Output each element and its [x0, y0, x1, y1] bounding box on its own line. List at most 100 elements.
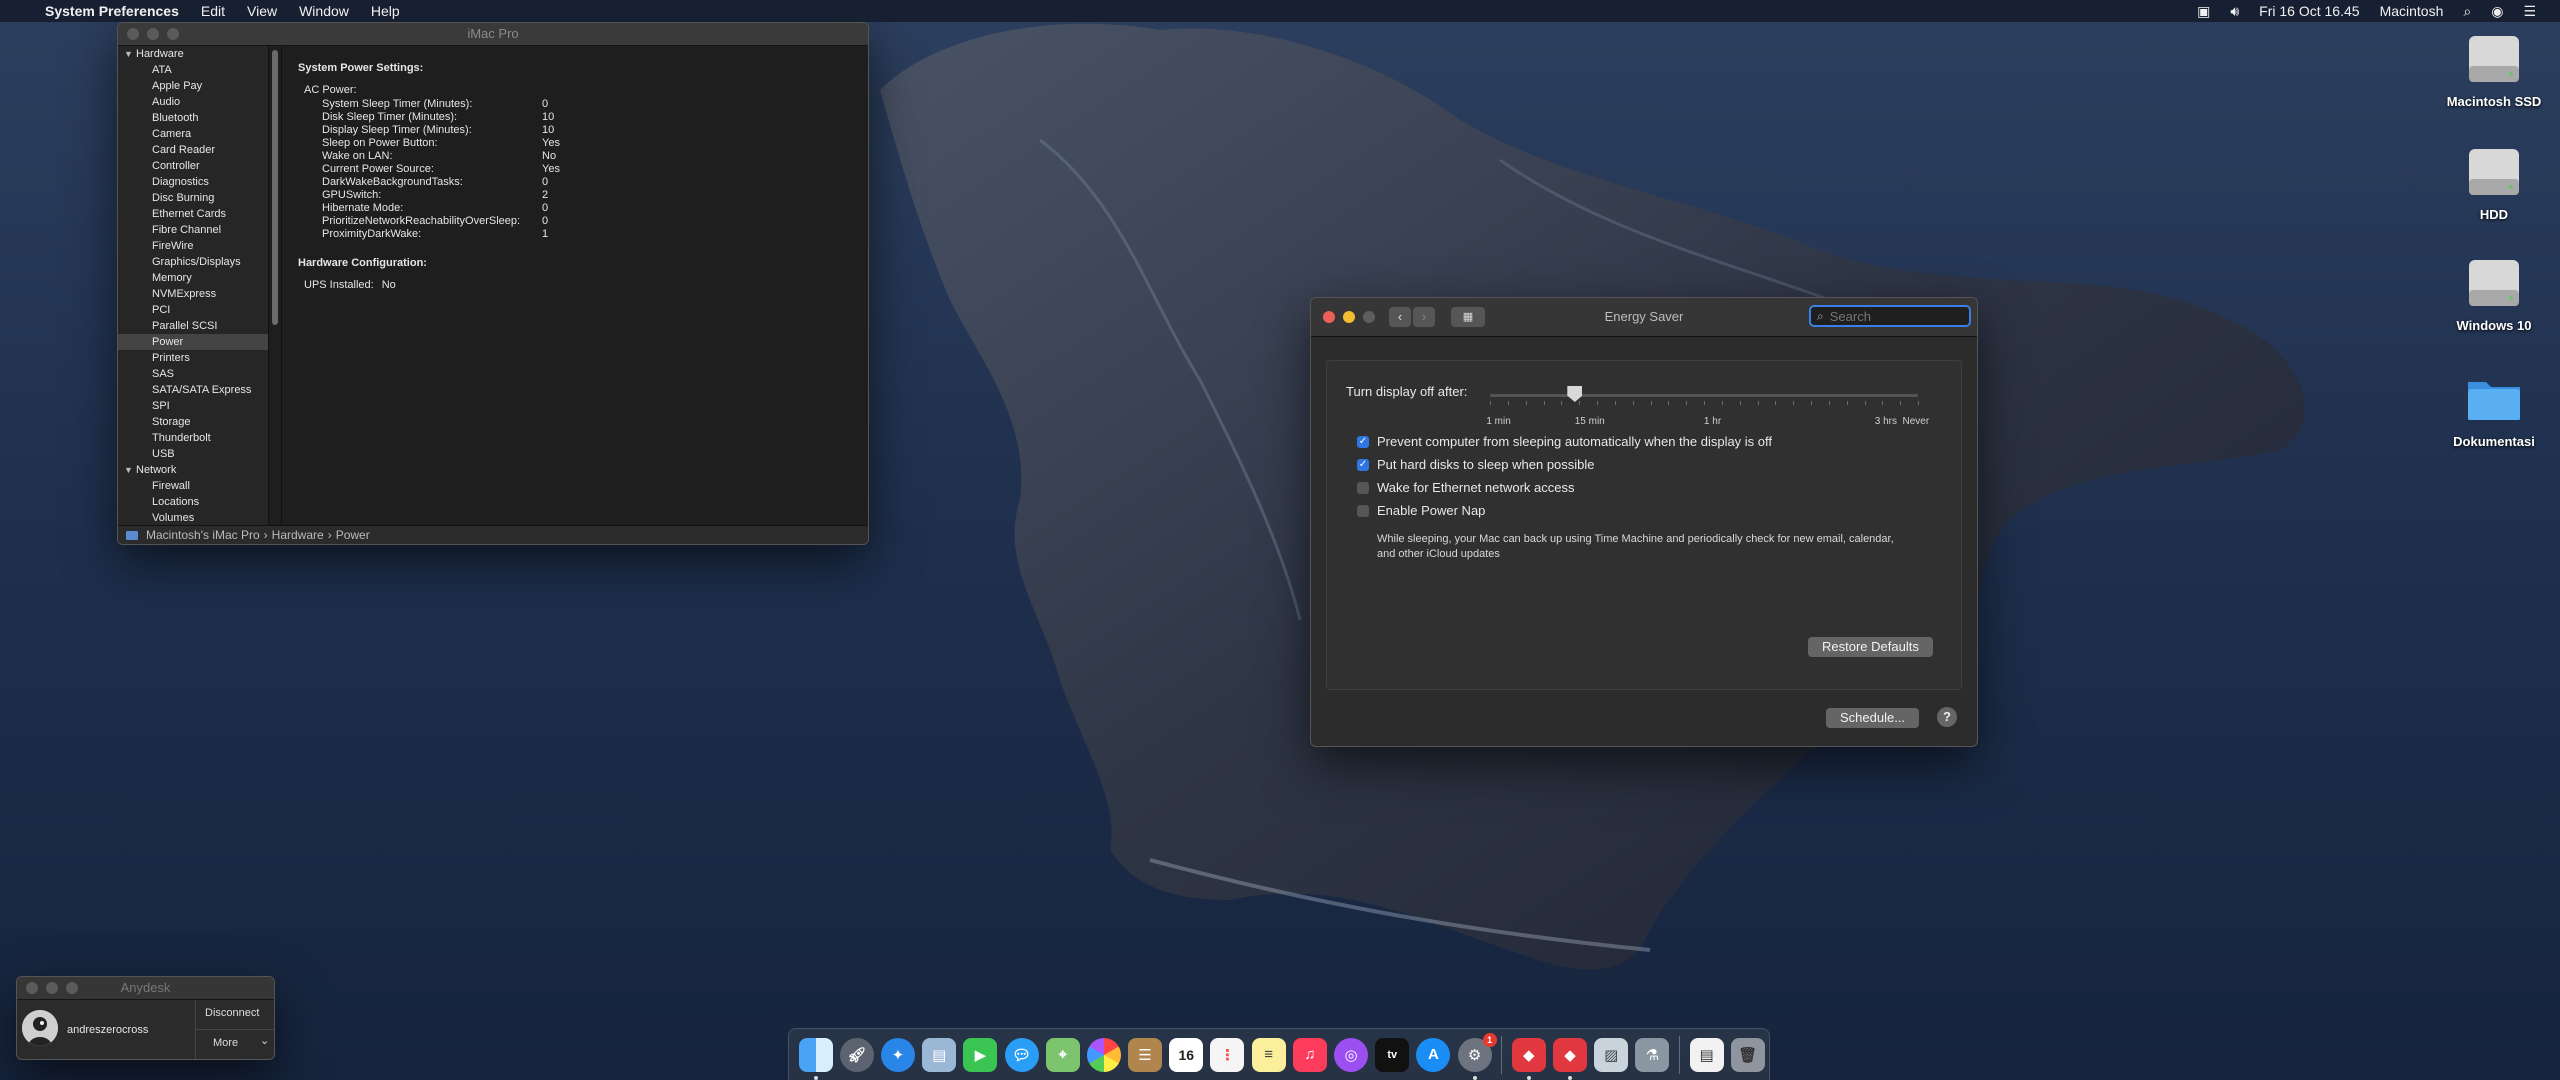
menu-user[interactable]: Macintosh: [2370, 0, 2454, 22]
disk-sleep-checkbox[interactable]: ✓: [1357, 459, 1369, 471]
siri-icon[interactable]: ◉: [2481, 0, 2513, 22]
desktop-icon-macintosh-ssd[interactable]: Macintosh SSD: [2434, 30, 2554, 109]
app-menu[interactable]: System Preferences: [34, 0, 190, 22]
volume-icon[interactable]: 🔊︎: [2220, 0, 2249, 22]
sidebar-group-hardware[interactable]: ▼ Hardware: [118, 46, 268, 62]
search-input[interactable]: [1827, 307, 1952, 325]
menu-help[interactable]: Help: [360, 0, 411, 22]
prevent-sleep-checkbox[interactable]: ✓: [1357, 436, 1369, 448]
path-item-power[interactable]: Power: [336, 526, 370, 544]
display-sleep-slider[interactable]: 1 min 15 min 1 hr 3 hrs Never: [1486, 386, 1929, 434]
sysinfo-titlebar[interactable]: iMac Pro: [118, 23, 868, 46]
disclosure-triangle-icon[interactable]: ▼: [124, 462, 136, 478]
wake-ethernet-option[interactable]: Wake for Ethernet network access: [1357, 480, 1575, 495]
menu-window[interactable]: Window: [288, 0, 360, 22]
sidebar-item-firewall[interactable]: Firewall: [118, 478, 268, 494]
sidebar-item-fibre-channel[interactable]: Fibre Channel: [118, 222, 268, 238]
sidebar-item-volumes[interactable]: Volumes: [118, 510, 268, 526]
menu-view[interactable]: View: [236, 0, 288, 22]
document-icon[interactable]: ▤: [1689, 1037, 1724, 1072]
sidebar-item-apple-pay[interactable]: Apple Pay: [118, 78, 268, 94]
preview-icon[interactable]: ▤: [922, 1037, 957, 1072]
facetime-icon[interactable]: ▶: [963, 1037, 998, 1072]
sidebar-item-diagnostics[interactable]: Diagnostics: [118, 174, 268, 190]
sidebar-item-controller[interactable]: Controller: [118, 158, 268, 174]
disconnect-button[interactable]: Disconnect: [205, 1007, 259, 1019]
sidebar-item-pci[interactable]: PCI: [118, 302, 268, 318]
power-nap-option[interactable]: Enable Power Nap: [1357, 503, 1485, 518]
sidebar-item-card-reader[interactable]: Card Reader: [118, 142, 268, 158]
sidebar-item-sata-sata-express[interactable]: SATA/SATA Express: [118, 382, 268, 398]
power-nap-checkbox[interactable]: [1357, 505, 1369, 517]
music-icon[interactable]: ♫: [1292, 1037, 1327, 1072]
zoom-icon[interactable]: [66, 982, 78, 994]
sidebar-group-network[interactable]: ▼ Network: [118, 462, 268, 478]
sidebar-item-printers[interactable]: Printers: [118, 350, 268, 366]
zoom-icon[interactable]: [167, 28, 179, 40]
anydesk-icon[interactable]: ◆: [1511, 1037, 1546, 1080]
path-item-computer[interactable]: Macintosh's iMac Pro: [146, 526, 260, 544]
contacts-icon[interactable]: ☰: [1128, 1037, 1163, 1072]
notes-icon[interactable]: ≡: [1251, 1037, 1286, 1072]
safari-icon[interactable]: ✦: [880, 1037, 915, 1072]
restore-defaults-button[interactable]: Restore Defaults: [1808, 637, 1933, 657]
desktop-icon-windows-10[interactable]: Windows 10: [2434, 254, 2554, 333]
sidebar-item-disc-burning[interactable]: Disc Burning: [118, 190, 268, 206]
wake-ethernet-checkbox[interactable]: [1357, 482, 1369, 494]
desktop-icon-hdd[interactable]: HDD: [2434, 143, 2554, 222]
sidebar-item-parallel-scsi[interactable]: Parallel SCSI: [118, 318, 268, 334]
sidebar-item-camera[interactable]: Camera: [118, 126, 268, 142]
app-store-icon[interactable]: A: [1416, 1037, 1451, 1072]
sidebar-item-ata[interactable]: ATA: [118, 62, 268, 78]
anydesk-titlebar[interactable]: Anydesk: [17, 977, 274, 1000]
chevron-down-icon[interactable]: ⌄: [260, 1034, 269, 1047]
sidebar-item-ethernet-cards[interactable]: Ethernet Cards: [118, 206, 268, 222]
prevent-sleep-option[interactable]: ✓ Prevent computer from sleeping automat…: [1357, 434, 1772, 449]
preview-doc-icon[interactable]: ▨: [1594, 1037, 1629, 1072]
disclosure-triangle-icon[interactable]: ▼: [124, 46, 136, 62]
script-icon[interactable]: ⚗: [1635, 1037, 1670, 1072]
sidebar-item-sas[interactable]: SAS: [118, 366, 268, 382]
launchpad-icon[interactable]: 🚀︎: [839, 1037, 874, 1072]
show-all-grid-icon[interactable]: ▦: [1451, 307, 1485, 327]
sidebar-scrollbar[interactable]: [269, 46, 282, 526]
sidebar-item-bluetooth[interactable]: Bluetooth: [118, 110, 268, 126]
system-preferences-icon[interactable]: ⚙ 1: [1457, 1032, 1497, 1080]
path-item-hardware[interactable]: Hardware: [272, 526, 324, 544]
slider-knob[interactable]: [1567, 386, 1583, 402]
slider-track[interactable]: [1490, 394, 1918, 397]
podcasts-icon[interactable]: ◎: [1334, 1037, 1369, 1072]
disk-sleep-option[interactable]: ✓ Put hard disks to sleep when possible: [1357, 457, 1595, 472]
zoom-icon[interactable]: [1363, 311, 1375, 323]
sidebar-item-storage[interactable]: Storage: [118, 414, 268, 430]
calendar-icon[interactable]: 16: [1169, 1037, 1204, 1072]
sidebar-item-spi[interactable]: SPI: [118, 398, 268, 414]
more-button[interactable]: More: [213, 1037, 238, 1049]
reminders-icon[interactable]: ⋮: [1210, 1037, 1245, 1072]
menu-edit[interactable]: Edit: [190, 0, 236, 22]
minimize-icon[interactable]: [147, 28, 159, 40]
screen-share-icon[interactable]: ▣: [2187, 0, 2220, 22]
desktop-icon-dokumentasi[interactable]: Dokumentasi: [2434, 370, 2554, 449]
close-icon[interactable]: [1323, 311, 1335, 323]
photos-icon[interactable]: [1086, 1037, 1121, 1072]
search-field[interactable]: ⌕: [1809, 305, 1971, 327]
maps-icon[interactable]: ⌖: [1045, 1037, 1080, 1072]
forward-button[interactable]: ›: [1413, 307, 1435, 327]
anydesk-helper-icon[interactable]: ◆: [1552, 1037, 1587, 1080]
energy-titlebar[interactable]: ‹ › ▦ Energy Saver ⌕: [1311, 298, 1977, 337]
sidebar-item-audio[interactable]: Audio: [118, 94, 268, 110]
sidebar-item-firewire[interactable]: FireWire: [118, 238, 268, 254]
sidebar-item-usb[interactable]: USB: [118, 446, 268, 462]
sidebar-item-graphics-displays[interactable]: Graphics/Displays: [118, 254, 268, 270]
sidebar-item-power[interactable]: Power: [118, 334, 268, 350]
control-list-icon[interactable]: ☰: [2513, 0, 2546, 22]
help-button[interactable]: ?: [1937, 707, 1957, 727]
close-icon[interactable]: [127, 28, 139, 40]
back-button[interactable]: ‹: [1389, 307, 1411, 327]
tv-icon[interactable]: tv: [1375, 1037, 1410, 1072]
messages-icon[interactable]: 💬︎: [1004, 1037, 1039, 1072]
minimize-icon[interactable]: [46, 982, 58, 994]
sidebar-item-memory[interactable]: Memory: [118, 270, 268, 286]
close-icon[interactable]: [26, 982, 38, 994]
